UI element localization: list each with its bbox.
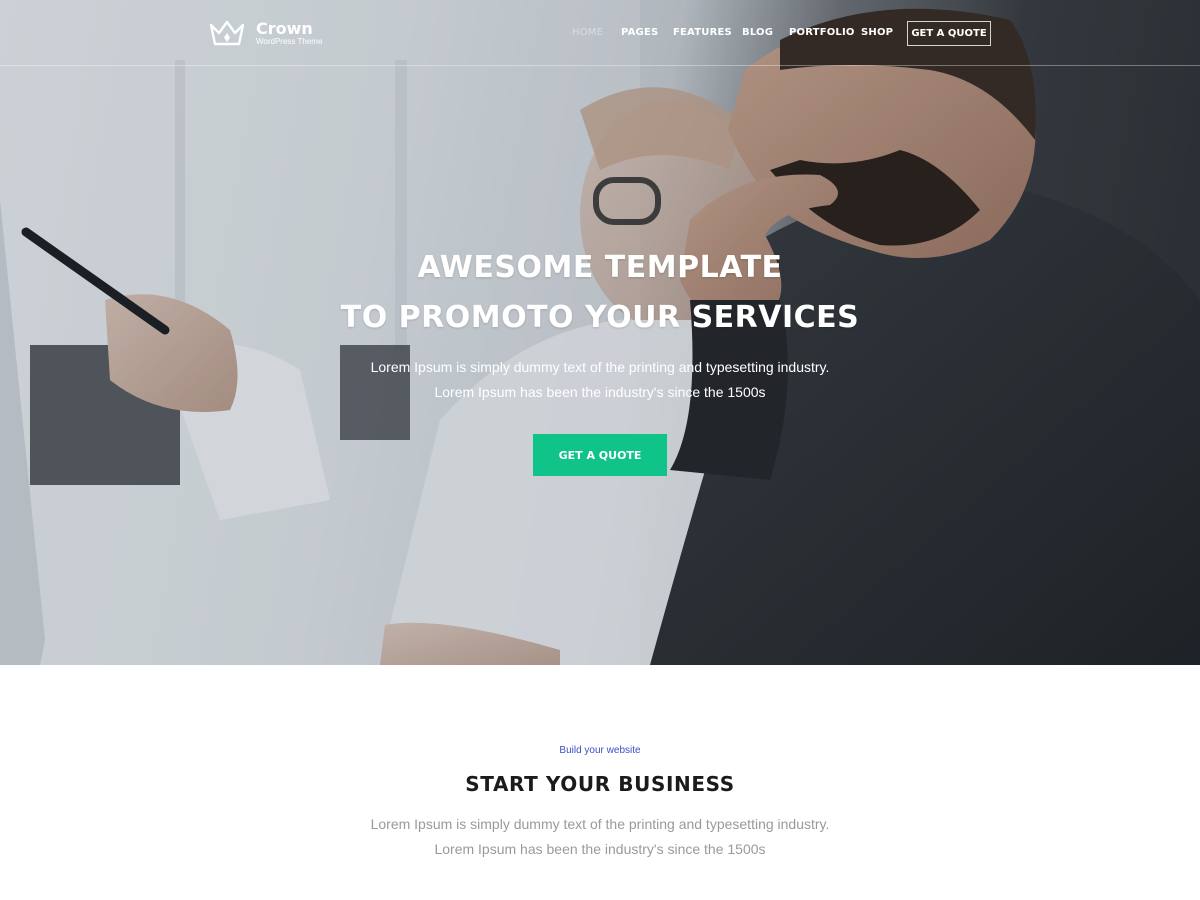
nav-item-portfolio[interactable]: PORTFOLIO: [789, 27, 855, 38]
nav-item-pages[interactable]: PAGES: [621, 27, 658, 38]
brand-name: Crown: [256, 18, 313, 38]
nav-item-shop[interactable]: SHOP: [861, 27, 893, 38]
hero-get-quote-button[interactable]: GET A QUOTE: [533, 434, 667, 476]
hero-title-line2: TO PROMOTO YOUR SERVICES: [340, 300, 860, 335]
site-header: Crown WordPress Theme HOME PAGES FEATURE…: [0, 0, 1200, 66]
section-kicker: Build your website: [559, 745, 641, 756]
nav-item-blog[interactable]: BLOG: [742, 27, 773, 38]
hero-title-line1: AWESOME TEMPLATE: [417, 250, 783, 285]
section-text-line2: Lorem Ipsum has been the industry's sinc…: [434, 841, 766, 857]
section-text-line1: Lorem Ipsum is simply dummy text of the …: [370, 816, 830, 832]
brand-logo[interactable]: Crown WordPress Theme: [209, 19, 322, 47]
header-get-quote-button[interactable]: GET A QUOTE: [907, 21, 991, 46]
crown-icon: [209, 20, 245, 46]
nav-item-features[interactable]: FEATURES: [673, 27, 732, 38]
brand-tagline: WordPress Theme: [256, 36, 323, 46]
nav-item-home[interactable]: HOME: [572, 27, 603, 38]
hero-section: Crown WordPress Theme HOME PAGES FEATURE…: [0, 0, 1200, 665]
section-title: START YOUR BUSINESS: [465, 772, 735, 796]
hero-subtitle-line2: Lorem Ipsum has been the industry's sinc…: [434, 384, 766, 400]
hero-subtitle-line1: Lorem Ipsum is simply dummy text of the …: [370, 359, 830, 375]
